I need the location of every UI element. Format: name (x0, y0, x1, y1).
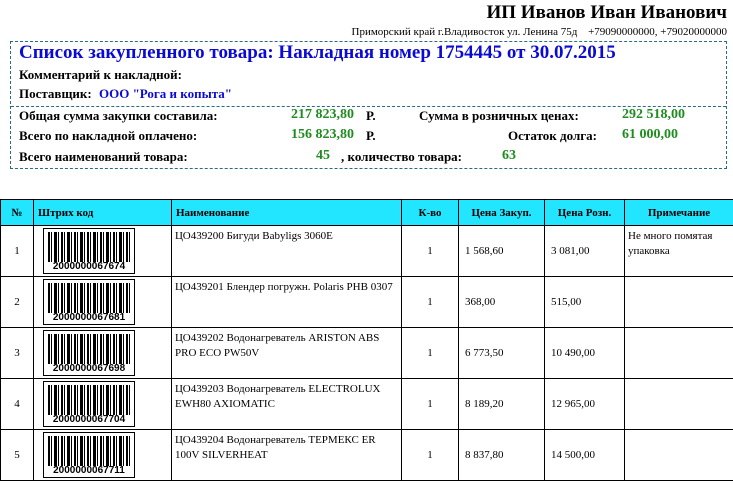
total-purchase-label: Общая сумма закупки составила: (19, 108, 218, 123)
barcode-cell: 2000000067711 (33, 429, 172, 481)
barcode-cell: 2000000067674 (33, 225, 172, 277)
note (624, 276, 733, 328)
retail-sum-value: 292 518,00 (622, 107, 685, 122)
barcode-cell: 2000000067698 (33, 327, 172, 379)
purchase-price: 8 837,80 (458, 429, 545, 481)
barcode-bars (48, 283, 130, 313)
barcode-image: 2000000067711 (43, 432, 135, 478)
barcode-bars (48, 385, 130, 415)
row-number: 5 (0, 429, 34, 481)
total-purchase-currency: Р. (366, 108, 376, 123)
comment-label: Комментарий к накладной: (19, 67, 182, 82)
table-row: 3 2000000067698 ЦО439202 Водонагреватель… (0, 327, 733, 379)
barcode-bars (48, 232, 130, 262)
quantity-label: , количество товара: (341, 149, 462, 164)
retail-price: 12 965,00 (544, 378, 625, 430)
paid-label: Всего по накладной оплачено: (19, 128, 198, 143)
barcode-image: 2000000067674 (43, 228, 135, 274)
debt-label: Остаток долга: (508, 128, 597, 143)
purchase-price: 6 773,50 (458, 327, 545, 379)
col-name: Наименование (171, 199, 402, 226)
col-purchase-price: Цена Закуп. (458, 199, 545, 226)
supplier-row: Поставщик: ООО "Рога и копыта" (19, 86, 232, 102)
supplier-label: Поставщик: (19, 86, 92, 101)
row-number: 2 (0, 276, 34, 328)
table-row: 1 2000000067674 ЦО439200 Бигуди Babyligs… (0, 225, 733, 277)
table-row: 4 2000000067704 ЦО439203 Водонагреватель… (0, 378, 733, 430)
col-number: № (0, 199, 34, 226)
note (624, 378, 733, 430)
quantity: 1 (401, 378, 459, 430)
quantity: 1 (401, 327, 459, 379)
barcode-number: 2000000067681 (52, 312, 126, 323)
debt-value: 61 000,00 (622, 127, 678, 142)
info-divider (11, 106, 726, 107)
goods-table: № Штрих код Наименование К-во Цена Закуп… (0, 199, 733, 481)
barcode-bars (48, 436, 130, 466)
barcode-cell: 2000000067704 (33, 378, 172, 430)
barcode-image: 2000000067698 (43, 330, 135, 376)
purchase-price: 1 568,60 (458, 225, 545, 277)
barcode-image: 2000000067704 (43, 381, 135, 427)
col-barcode: Штрих код (33, 199, 172, 226)
barcode-number: 2000000067711 (53, 465, 125, 476)
quantity-value: 63 (502, 148, 516, 163)
col-qty: К-во (401, 199, 459, 226)
barcode-number: 2000000067704 (52, 414, 126, 425)
company-header: ИП Иванов Иван Иванович Приморский край … (352, 2, 727, 39)
phone-numbers: +79090000000, +79020000000 (588, 26, 727, 38)
supplier-value: ООО "Рога и копыта" (98, 86, 233, 101)
retail-sum-label: Сумма в розничных ценах: (419, 108, 579, 123)
paid-value: 156 823,80 (291, 127, 354, 142)
row-number: 3 (0, 327, 34, 379)
purchase-price: 368,00 (458, 276, 545, 328)
barcode-number: 2000000067674 (52, 261, 126, 272)
barcode-image: 2000000067681 (43, 279, 135, 325)
row-number: 4 (0, 378, 34, 430)
col-retail-price: Цена Розн. (544, 199, 625, 226)
note (624, 327, 733, 379)
invoice-title: Список закупленного товара: Накладная но… (19, 42, 616, 63)
row-number: 1 (0, 225, 34, 277)
barcode-number: 2000000067698 (52, 363, 126, 374)
retail-price: 3 081,00 (544, 225, 625, 277)
retail-price: 515,00 (544, 276, 625, 328)
items-count-label: Всего наименований товара: (19, 149, 188, 164)
table-row: 5 2000000067711 ЦО439204 Водонагреватель… (0, 429, 733, 481)
barcode-bars (48, 334, 130, 364)
note: Не много помятая упаковка (624, 225, 733, 277)
product-name: ЦО439203 Водонагреватель ELECTROLUX EWH8… (171, 378, 402, 430)
product-name: ЦО439201 Блендер погружн. Polaris PHB 03… (171, 276, 402, 328)
quantity: 1 (401, 225, 459, 277)
purchase-price: 8 189,20 (458, 378, 545, 430)
table-header-row: № Штрих код Наименование К-во Цена Закуп… (0, 199, 733, 226)
items-count-value: 45 (316, 148, 330, 163)
product-name: ЦО439202 Водонагреватель ARISTON ABS PRO… (171, 327, 402, 379)
company-address: Приморский край г.Владивосток ул. Ленина… (352, 25, 727, 39)
barcode-cell: 2000000067681 (33, 276, 172, 328)
address-text: Приморский край г.Владивосток ул. Ленина… (351, 26, 578, 38)
paid-currency: Р. (366, 128, 376, 143)
product-name: ЦО439200 Бигуди Babyligs 3060E (171, 225, 402, 277)
note (624, 429, 733, 481)
invoice-info-box: Список закупленного товара: Накладная но… (10, 41, 727, 169)
owner-name: ИП Иванов Иван Иванович (486, 2, 727, 23)
table-row: 2 2000000067681 ЦО439201 Блендер погружн… (0, 276, 733, 328)
retail-price: 14 500,00 (544, 429, 625, 481)
col-note: Примечание (624, 199, 733, 226)
quantity: 1 (401, 276, 459, 328)
product-name: ЦО439204 Водонагреватель ТЕРМЕКС ER 100V… (171, 429, 402, 481)
total-purchase-value: 217 823,80 (291, 107, 354, 122)
retail-price: 10 490,00 (544, 327, 625, 379)
quantity: 1 (401, 429, 459, 481)
